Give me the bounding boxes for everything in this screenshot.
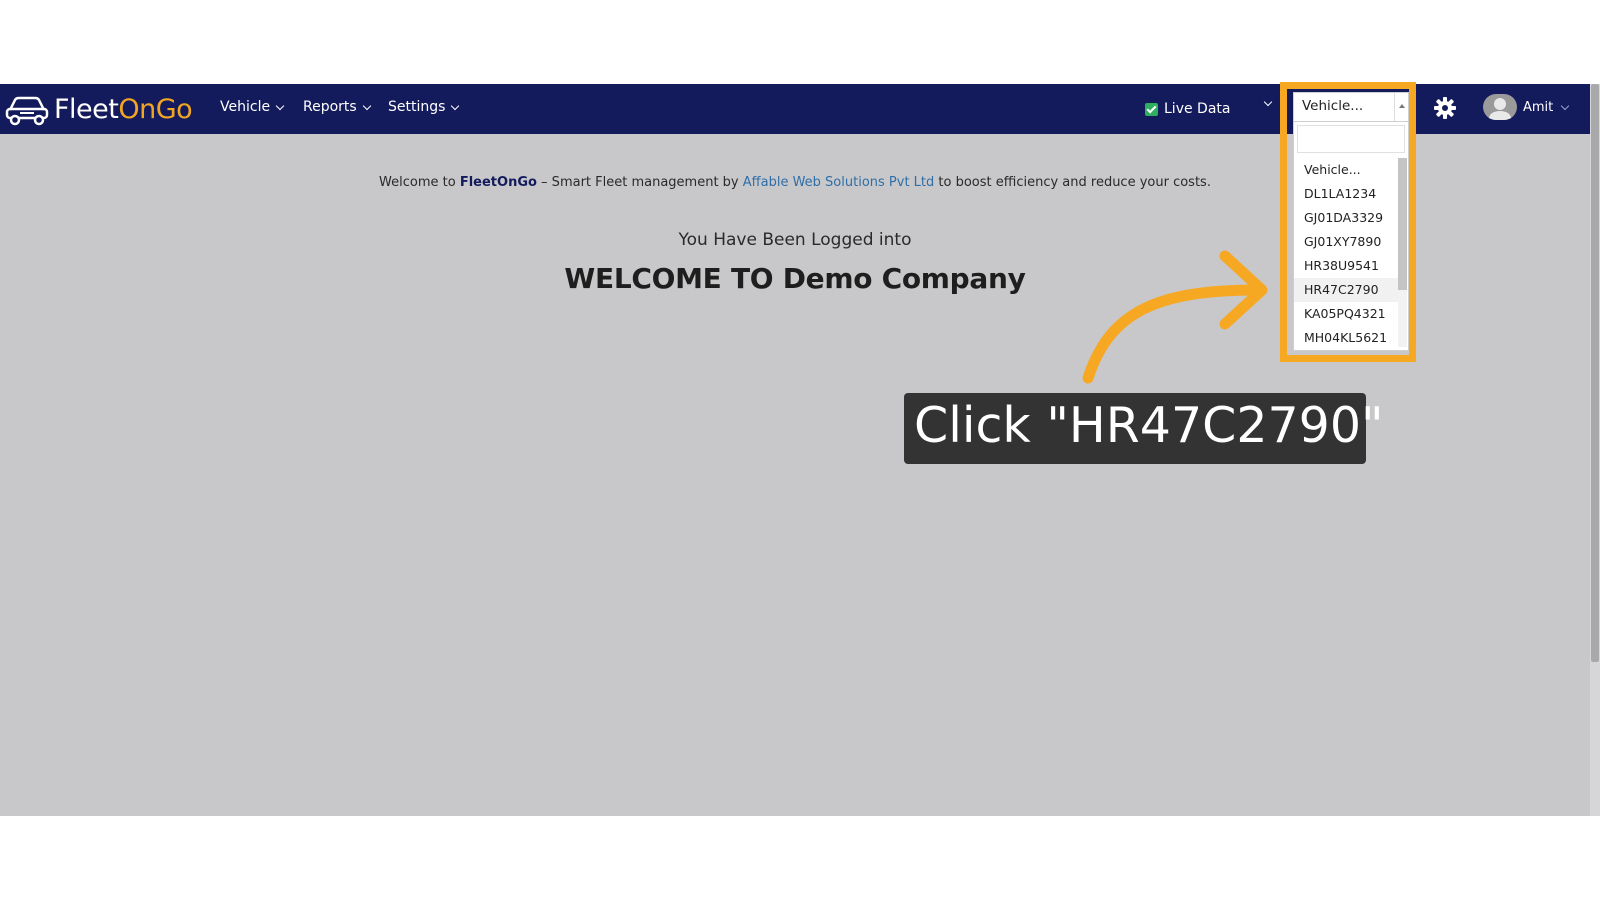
avatar xyxy=(1483,94,1517,120)
gear-icon[interactable] xyxy=(1433,96,1457,120)
nav-vehicle-menu[interactable]: Vehicle xyxy=(220,99,285,115)
live-data-checkbox[interactable] xyxy=(1145,102,1158,116)
welcome-suffix: to boost efficiency and reduce your cost… xyxy=(934,175,1211,190)
chevron-down-icon xyxy=(451,101,460,110)
chevron-down-icon xyxy=(275,101,285,110)
welcome-brand: FleetOnGo xyxy=(459,175,537,190)
welcome-middle: – Smart Fleet management by xyxy=(536,175,743,190)
company-link[interactable]: Affable Web Solutions Pvt Ltd xyxy=(743,175,935,190)
page-scrollbar-thumb[interactable] xyxy=(1591,84,1599,662)
welcome-prefix: Welcome to xyxy=(379,175,460,190)
nav-reports-menu[interactable]: Reports xyxy=(303,99,371,115)
tutorial-highlight-box xyxy=(1280,82,1416,362)
brand-name: FleetOnGo xyxy=(54,93,193,125)
nav-settings-menu[interactable]: Settings xyxy=(388,99,460,115)
nav-vehicle-label: Vehicle xyxy=(220,99,271,115)
user-menu[interactable]: Amit xyxy=(1483,94,1570,120)
car-icon xyxy=(5,96,49,126)
nav-reports-label: Reports xyxy=(303,99,357,115)
user-name: Amit xyxy=(1523,99,1554,115)
screenshot-stage: FleetOnGo Vehicle Reports Settings Live … xyxy=(0,0,1600,900)
tutorial-arrow-icon xyxy=(1082,250,1268,384)
brand-logo[interactable]: FleetOnGo xyxy=(4,90,193,128)
tutorial-callout: Click "HR47C2790" xyxy=(904,393,1384,464)
chevron-down-icon[interactable] xyxy=(1263,97,1273,107)
nav-settings-label: Settings xyxy=(388,99,446,115)
live-data-toggle[interactable]: Live Data xyxy=(1145,101,1230,117)
brand-name-fleet: Fleet xyxy=(54,93,119,125)
page-scrollbar[interactable] xyxy=(1590,84,1600,816)
chevron-down-icon xyxy=(362,101,371,110)
chevron-down-icon xyxy=(1561,101,1570,110)
live-data-label: Live Data xyxy=(1164,101,1231,117)
brand-name-ongo: OnGo xyxy=(118,93,193,125)
